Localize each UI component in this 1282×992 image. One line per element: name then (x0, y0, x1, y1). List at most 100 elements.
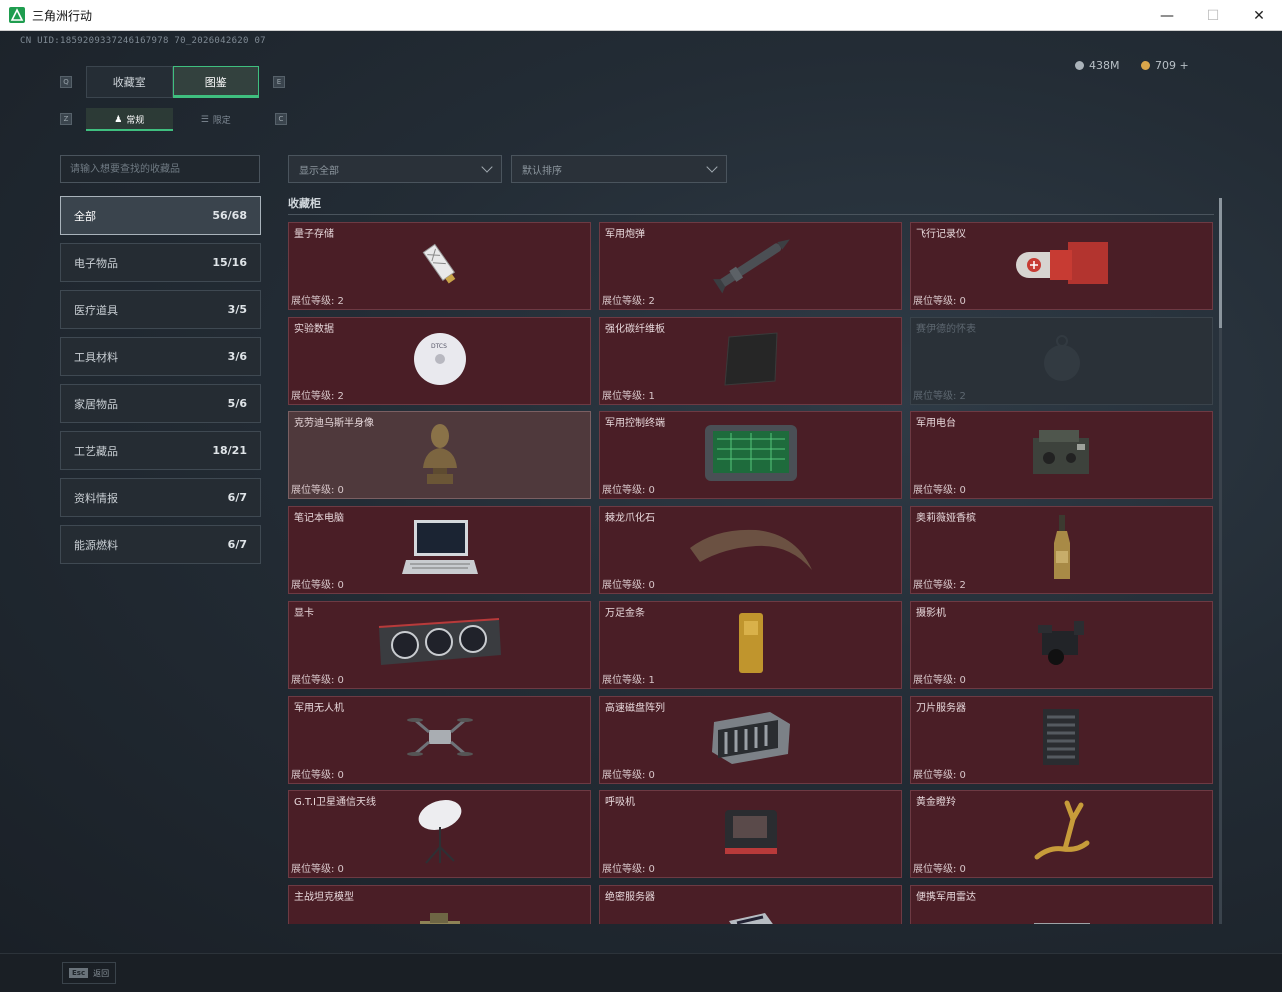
back-button[interactable]: Esc 返回 (62, 962, 117, 984)
collection-card[interactable]: 赛伊德的怀表 展位等级: 2 (910, 317, 1213, 405)
collection-card-name: 万足金条 (605, 608, 645, 619)
category-label: 能源燃料 (74, 538, 118, 552)
category-electronics[interactable]: 电子物品 15/16 (60, 243, 261, 282)
category-count: 15/16 (212, 256, 247, 269)
collection-card-name: 刀片服务器 (916, 703, 966, 714)
tab-regular-label: 常规 (126, 116, 145, 126)
collection-card-level: 展位等级: 0 (602, 580, 655, 591)
bust-icon (415, 418, 465, 492)
collection-card-level: 展位等级: 0 (291, 485, 344, 496)
gold-gazelle-icon (1029, 799, 1095, 869)
collection-card[interactable]: 军用电台 展位等级: 0 (910, 411, 1213, 499)
category-energy[interactable]: 能源燃料 6/7 (60, 525, 261, 564)
category-label: 家居物品 (74, 397, 118, 411)
tab-regular[interactable]: ♟ 常规 (86, 108, 173, 131)
collection-card[interactable]: 摄影机 展位等级: 0 (910, 601, 1213, 689)
collection-card[interactable]: 军用炮弹 展位等级: 2 (599, 222, 902, 310)
minimize-button[interactable]: — (1144, 0, 1190, 31)
collection-card[interactable]: 军用无人机 展位等级: 0 (288, 696, 591, 784)
sort-dropdown[interactable]: 默认排序 (511, 155, 727, 183)
collection-card[interactable]: 呼吸机 展位等级: 0 (599, 790, 902, 878)
section-divider (288, 214, 1214, 215)
scroll-thumb[interactable] (1219, 198, 1222, 328)
collection-card[interactable]: 主战坦克模型 (288, 885, 591, 924)
window-titlebar: 三角洲行动 — ☐ ✕ (0, 0, 1282, 31)
collection-card[interactable]: 量子存储 展位等级: 2 (288, 222, 591, 310)
gold-coin-icon (1141, 61, 1150, 70)
app-logo-icon (9, 7, 25, 23)
collection-card[interactable]: 奥莉薇娅香槟 展位等级: 2 (910, 506, 1213, 594)
tank-model-icon (410, 907, 470, 924)
radar-icon (1030, 907, 1094, 924)
category-crafts[interactable]: 工艺藏品 18/21 (60, 431, 261, 470)
tab-collection-room[interactable]: 收藏室 (86, 66, 173, 98)
collection-card-level: 展位等级: 0 (913, 770, 966, 781)
category-medical[interactable]: 医疗道具 3/5 (60, 290, 261, 329)
section-title: 收藏柜 (288, 197, 321, 210)
collection-card-name: 笔记本电脑 (294, 513, 344, 524)
collection-card[interactable]: 军用控制终端 展位等级: 0 (599, 411, 902, 499)
collection-card-name: 赛伊德的怀表 (916, 324, 976, 335)
category-all[interactable]: 全部 56/68 (60, 196, 261, 235)
main-tabs: 收藏室 图鉴 (86, 66, 259, 98)
camera-icon (1032, 615, 1092, 675)
collection-card-name: 飞行记录仪 (916, 229, 966, 240)
prev-tab-key-hint: Q (60, 76, 72, 88)
carbon-plate-icon (719, 331, 783, 391)
limited-icon: ☰ (200, 114, 209, 125)
collection-card-name: 棘龙爪化石 (605, 513, 655, 524)
chevron-down-icon (706, 161, 718, 173)
collection-card[interactable]: 绝密服务器 (599, 885, 902, 924)
collection-card[interactable]: 显卡展位等级: 0 (288, 601, 591, 689)
collection-card[interactable]: 便携军用雷达 (910, 885, 1213, 924)
search-input[interactable] (60, 155, 260, 183)
category-intel[interactable]: 资料情报 6/7 (60, 478, 261, 517)
collection-card-name: 主战坦克模型 (294, 892, 354, 903)
collection-card-name: 量子存储 (294, 229, 334, 240)
radio-icon (1027, 424, 1097, 486)
game-area: CN UID:1859209337246167978 70_2026042620… (0, 31, 1282, 953)
collection-card[interactable]: 高速磁盘阵列 展位等级: 0 (599, 696, 902, 784)
category-household[interactable]: 家居物品 5/6 (60, 384, 261, 423)
collection-card-name: 军用电台 (916, 418, 956, 429)
category-label: 医疗道具 (74, 303, 118, 317)
collection-card-name: 军用炮弹 (605, 229, 645, 240)
tab-catalog[interactable]: 图鉴 (172, 66, 259, 98)
tab-limited[interactable]: ☰ 限定 (173, 108, 260, 131)
window-controls: — ☐ ✕ (1144, 0, 1282, 31)
collection-card[interactable]: 笔记本电脑 展位等级: 0 (288, 506, 591, 594)
collection-card[interactable]: 强化碳纤维板 展位等级: 1 (599, 317, 902, 405)
terminal-icon (701, 421, 801, 489)
collection-card-level: 展位等级: 0 (291, 675, 344, 686)
display-filter-dropdown[interactable]: 显示全部 (288, 155, 502, 183)
collection-card[interactable]: G.T.I卫星通信天线 展位等级: 0 (288, 790, 591, 878)
collection-card[interactable]: 万足金条展位等级: 1 (599, 601, 902, 689)
blade-server-icon (1037, 705, 1087, 775)
collection-card-level: 展位等级: 1 (602, 675, 655, 686)
server-icon (721, 907, 781, 924)
collection-card[interactable]: 棘龙爪化石展位等级: 0 (599, 506, 902, 594)
collection-card-name: 克劳迪乌斯半身像 (294, 418, 374, 429)
maximize-button[interactable]: ☐ (1190, 0, 1236, 31)
collection-card[interactable]: 黄金瞪羚展位等级: 0 (910, 790, 1213, 878)
collection-card-name: 黄金瞪羚 (916, 797, 956, 808)
gem-balance[interactable]: 709 + (1141, 59, 1189, 72)
coin-amount: 438M (1089, 59, 1120, 72)
satellite-dish-icon (412, 797, 468, 871)
collection-card[interactable]: 刀片服务器展位等级: 0 (910, 696, 1213, 784)
collection-card[interactable]: 实验数据 DTCS 展位等级: 2 (288, 317, 591, 405)
close-button[interactable]: ✕ (1236, 0, 1282, 31)
collection-card[interactable]: 飞行记录仪 展位等级: 0 (910, 222, 1213, 310)
collection-grid: 量子存储 展位等级: 2 军用炮弹 展位等级: 2 飞行记录仪 展位等级: 0 实验数据 DT… (288, 222, 1213, 924)
collection-card-name: 显卡 (294, 608, 314, 619)
prev-subtab-key-hint: Z (60, 113, 72, 125)
collection-card-level: 展位等级: 0 (913, 864, 966, 875)
grid-scrollbar[interactable] (1219, 198, 1222, 924)
collection-card-level: 展位等级: 2 (913, 391, 966, 402)
category-label: 工具材料 (74, 350, 118, 364)
disk-array-icon (708, 708, 794, 772)
collection-card[interactable]: 克劳迪乌斯半身像 展位等级: 0 (288, 411, 591, 499)
gold-bar-icon (736, 611, 766, 679)
category-tools[interactable]: 工具材料 3/6 (60, 337, 261, 376)
collection-card-name: 奥莉薇娅香槟 (916, 513, 976, 524)
